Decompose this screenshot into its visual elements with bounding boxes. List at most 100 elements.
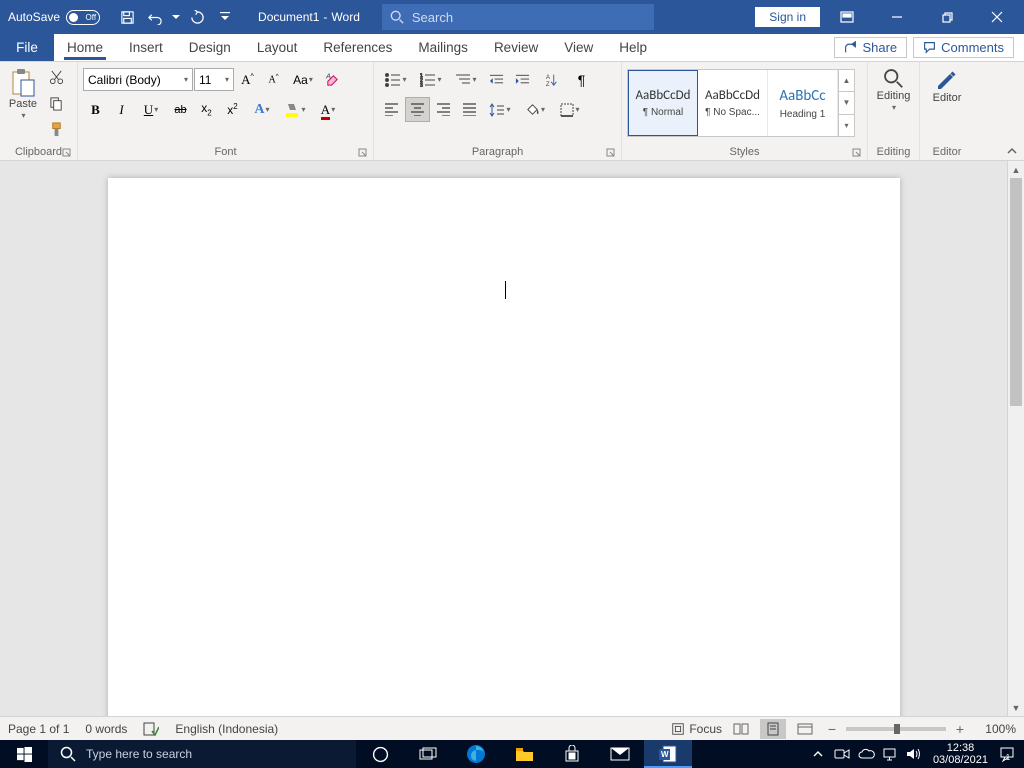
redo-icon[interactable] <box>184 0 210 34</box>
zoom-knob[interactable] <box>894 724 900 734</box>
toggle-switch[interactable]: Off <box>66 10 100 25</box>
multilevel-button[interactable]: ▾ <box>449 67 483 92</box>
task-view-icon[interactable] <box>404 740 452 768</box>
onedrive-icon[interactable] <box>855 740 877 768</box>
borders-button[interactable]: ▾ <box>553 97 587 122</box>
font-launcher[interactable] <box>356 146 368 158</box>
start-button[interactable] <box>0 740 48 768</box>
bold-button[interactable]: B <box>83 97 108 122</box>
scroll-down-icon[interactable]: ▼ <box>1008 699 1024 716</box>
focus-mode-button[interactable]: Focus <box>671 722 722 736</box>
undo-dropdown-icon[interactable] <box>170 0 182 34</box>
indent-button[interactable] <box>510 67 535 92</box>
tab-file[interactable]: File <box>0 34 54 61</box>
highlight-button[interactable]: ▾ <box>279 97 311 122</box>
undo-icon[interactable] <box>142 0 168 34</box>
explorer-icon[interactable] <box>500 740 548 768</box>
scroll-up-icon[interactable]: ▲ <box>1008 161 1024 178</box>
search-box[interactable]: Search <box>382 4 654 30</box>
volume-icon[interactable] <box>903 740 925 768</box>
editing-button[interactable]: Editing▾ <box>871 65 916 139</box>
copy-button[interactable] <box>44 91 69 116</box>
italic-button[interactable]: I <box>109 97 134 122</box>
word-icon[interactable]: W <box>644 740 692 768</box>
network-icon[interactable] <box>879 740 901 768</box>
underline-button[interactable]: U▾ <box>135 97 167 122</box>
mail-icon[interactable] <box>596 740 644 768</box>
align-center-button[interactable] <box>405 97 430 122</box>
meet-now-icon[interactable] <box>831 740 853 768</box>
font-color-button[interactable]: A▾ <box>312 97 344 122</box>
align-left-button[interactable] <box>379 97 404 122</box>
spellcheck-icon[interactable] <box>143 722 159 736</box>
styles-expand[interactable]: ▾ <box>839 115 854 136</box>
style-normal[interactable]: AaBbCcDd¶ Normal <box>628 70 698 136</box>
strike-button[interactable]: ab <box>168 97 193 122</box>
document-page[interactable] <box>108 178 900 716</box>
share-button[interactable]: Share <box>834 37 907 58</box>
page-status[interactable]: Page 1 of 1 <box>8 722 69 736</box>
text-effects-button[interactable]: A▾ <box>246 97 278 122</box>
superscript-button[interactable]: x2 <box>220 97 245 122</box>
scroll-thumb[interactable] <box>1010 178 1022 406</box>
vertical-scrollbar[interactable]: ▲ ▼ <box>1007 161 1024 716</box>
styles-row-down[interactable]: ▼ <box>839 92 854 114</box>
web-layout-button[interactable] <box>792 719 818 739</box>
shrink-font-button[interactable]: A^ <box>261 67 286 92</box>
clock[interactable]: 12:38 03/08/2021 <box>927 742 994 766</box>
format-painter-button[interactable] <box>44 117 69 142</box>
tab-review[interactable]: Review <box>481 34 551 61</box>
style-heading1[interactable]: AaBbCcHeading 1 <box>768 70 838 136</box>
zoom-level[interactable]: 100% <box>974 722 1016 736</box>
read-mode-button[interactable] <box>728 719 754 739</box>
tab-mailings[interactable]: Mailings <box>405 34 481 61</box>
style-nospacing[interactable]: AaBbCcDd¶ No Spac... <box>698 70 768 136</box>
clipboard-launcher[interactable] <box>60 146 72 158</box>
autosave-toggle[interactable]: AutoSave Off <box>0 10 108 25</box>
minimize-icon[interactable] <box>874 0 920 34</box>
bullets-button[interactable]: ▾ <box>379 67 413 92</box>
customize-qat-icon[interactable] <box>212 0 238 34</box>
close-icon[interactable] <box>974 0 1020 34</box>
print-layout-button[interactable] <box>760 719 786 739</box>
zoom-in-button[interactable]: + <box>952 721 968 737</box>
tab-view[interactable]: View <box>551 34 606 61</box>
line-spacing-button[interactable]: ▾ <box>483 97 517 122</box>
styles-launcher[interactable] <box>850 146 862 158</box>
tab-help[interactable]: Help <box>606 34 660 61</box>
zoom-slider[interactable] <box>846 727 946 731</box>
tab-layout[interactable]: Layout <box>244 34 311 61</box>
subscript-button[interactable]: x2 <box>194 97 219 122</box>
tab-design[interactable]: Design <box>176 34 244 61</box>
editor-button[interactable]: Editor <box>923 65 971 139</box>
styles-row-up[interactable]: ▲ <box>839 70 854 92</box>
maximize-icon[interactable] <box>924 0 970 34</box>
paragraph-launcher[interactable] <box>604 146 616 158</box>
show-marks-button[interactable]: ¶ <box>569 67 594 92</box>
taskbar-search[interactable]: Type here to search <box>48 740 356 768</box>
outdent-button[interactable] <box>484 67 509 92</box>
notifications-icon[interactable]: 1 <box>996 740 1018 768</box>
ribbon-display-icon[interactable] <box>824 0 870 34</box>
save-icon[interactable] <box>114 0 140 34</box>
clear-format-button[interactable]: A <box>320 67 345 92</box>
grow-font-button[interactable]: A^ <box>235 67 260 92</box>
font-name-combo[interactable]: Calibri (Body)▾ <box>83 68 193 91</box>
font-size-combo[interactable]: 11▾ <box>194 68 234 91</box>
tab-home[interactable]: Home <box>54 34 116 61</box>
tab-references[interactable]: References <box>310 34 405 61</box>
zoom-out-button[interactable]: − <box>824 721 840 737</box>
sort-button[interactable]: AZ <box>536 67 568 92</box>
cortana-icon[interactable] <box>356 740 404 768</box>
justify-button[interactable] <box>457 97 482 122</box>
numbering-button[interactable]: 123▾ <box>414 67 448 92</box>
shading-button[interactable]: ▾ <box>518 97 552 122</box>
collapse-ribbon-icon[interactable] <box>1006 146 1018 156</box>
cut-button[interactable] <box>44 65 69 90</box>
align-right-button[interactable] <box>431 97 456 122</box>
tab-insert[interactable]: Insert <box>116 34 176 61</box>
language-status[interactable]: English (Indonesia) <box>175 722 278 736</box>
comments-button[interactable]: Comments <box>913 37 1014 58</box>
store-icon[interactable] <box>548 740 596 768</box>
change-case-button[interactable]: Aa▾ <box>287 67 319 92</box>
